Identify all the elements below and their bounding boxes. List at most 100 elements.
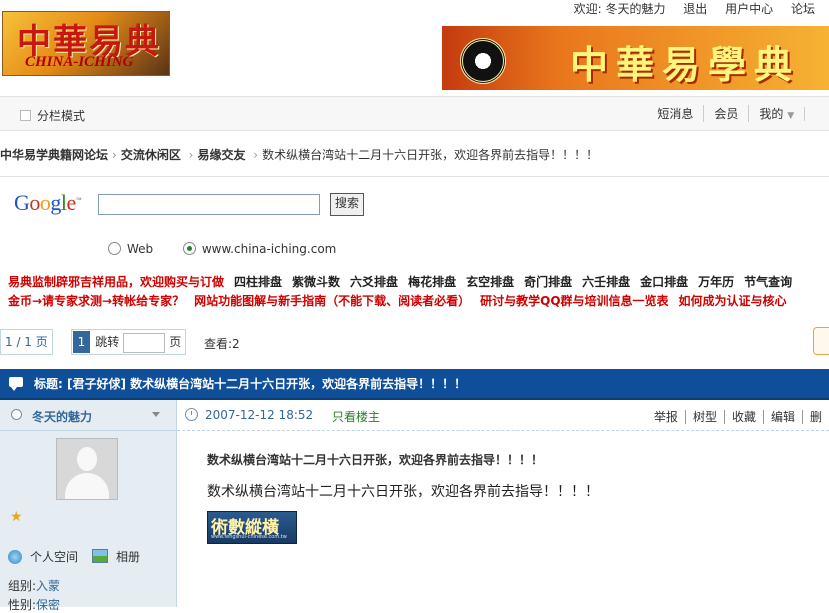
quick-link[interactable]: 四柱排盘	[234, 275, 282, 289]
album-icon	[92, 549, 109, 563]
header-banner[interactable]: 中華易學典籍	[442, 26, 829, 90]
page-count: 1 / 1 页	[0, 329, 53, 355]
breadcrumb-section[interactable]: 交流休闲区	[121, 148, 181, 162]
star-icon: ★	[10, 509, 23, 525]
breadcrumb-sep: ›	[184, 148, 194, 162]
search-button[interactable]: 搜索	[330, 193, 365, 216]
pagination: 1 / 1 页 1 跳转 页	[0, 329, 187, 355]
post-action-link[interactable]: 举报	[647, 410, 685, 424]
bagua-icon	[460, 38, 506, 84]
welcome-text: 欢迎: 冬天的魅力	[573, 2, 666, 16]
split-mode-checkbox[interactable]	[20, 110, 31, 121]
gender-value: 保密	[36, 598, 61, 612]
author-name[interactable]: 冬天的魅力	[32, 408, 92, 425]
post-image[interactable]: 術數縱橫 www.fengshui-chinese.com.tw	[207, 511, 297, 544]
speech-bubble-icon	[9, 377, 23, 391]
post-content-area	[177, 400, 829, 607]
post-image-url: www.fengshui-chinese.com.tw	[211, 534, 287, 540]
post-action-link[interactable]: 删	[801, 410, 829, 424]
reply-button[interactable]	[813, 327, 829, 355]
author-group: 组别:入蒙	[8, 577, 60, 594]
clock-icon	[185, 408, 198, 421]
site-radio-label: www.china-iching.com	[201, 242, 337, 256]
quick-link[interactable]: 奇门排盘	[524, 275, 572, 289]
group-label: 组别:	[8, 579, 37, 593]
site-logo[interactable]: 中華易典 CHINA-ICHING	[2, 11, 170, 76]
jump-label: 跳转	[95, 335, 120, 349]
thread-title: 标题: [君子好俅] 数术纵横台湾站十二月十六日开张，欢迎各界前去指导！！！！	[34, 377, 467, 391]
logout-link[interactable]: 退出	[683, 2, 707, 16]
quick-link[interactable]: 六壬排盘	[582, 275, 630, 289]
author-panel	[0, 400, 177, 607]
google-logo[interactable]: Google™	[14, 190, 82, 216]
post-action-link[interactable]: 树型	[684, 410, 724, 424]
post-header: 2007-12-12 18:52 只看楼主 举报 树型 收藏 编辑删	[177, 400, 829, 431]
chevron-down-icon: ▼	[787, 111, 795, 121]
banner-text: 中華易學典籍	[570, 42, 801, 87]
web-radio[interactable]	[108, 242, 121, 255]
breadcrumb-board[interactable]: 易缘交友	[197, 148, 245, 162]
quick-link[interactable]: 金口排盘	[640, 275, 688, 289]
jump-page-input[interactable]	[123, 332, 166, 353]
page-suffix: 页	[169, 335, 182, 349]
breadcrumb: 中华易学典籍网论坛 › 交流休闲区 › 易缘交友 › 数术纵横台湾站十二月十六日开张，欢…	[0, 146, 598, 163]
page-controls: 1 跳转 页	[70, 329, 187, 355]
author-row: 冬天的魅力	[0, 400, 176, 431]
avatar[interactable]	[56, 438, 118, 500]
nav-right-menu: 短消息 会员 我的 ▼	[647, 105, 829, 122]
post-actions: 举报 树型 收藏 编辑删	[647, 408, 829, 425]
group-value[interactable]: 入蒙	[36, 579, 60, 593]
user-center-link[interactable]: 用户中心	[725, 2, 773, 16]
views-value: 2	[232, 337, 240, 351]
thread-title-bar: 标题: [君子好俅] 数术纵横台湾站十二月十六日开张，欢迎各界前去指导！！！！	[0, 369, 829, 400]
quick-link[interactable]: 六爻排盘	[350, 275, 398, 289]
author-gender: 性别:保密	[8, 596, 60, 613]
quick-links-row-2: 金币→请专家求测→转帐给专家？ 网站功能图解与新手指南（不能下载、阅读者必看） 研讨…	[8, 292, 797, 309]
nav-bar: 分栏模式 短消息 会员 我的 ▼	[0, 96, 829, 131]
avatar-body	[65, 473, 109, 499]
current-page-button[interactable]: 1	[72, 331, 91, 353]
split-mode-label: 分栏模式	[37, 109, 86, 123]
post-body: 数术纵横台湾站十二月十六日开张，欢迎各界前去指导！！！！	[207, 484, 599, 500]
quick-link[interactable]: 梅花排盘	[408, 275, 456, 289]
quick-link[interactable]: 万年历	[698, 275, 734, 289]
quick-link[interactable]: 研讨与教学QQ群与培训信息一览表	[480, 294, 668, 308]
space-icon	[8, 550, 22, 564]
avatar-head	[77, 447, 97, 471]
chevron-down-icon[interactable]	[152, 412, 160, 417]
quick-link[interactable]: 紫微斗数	[292, 275, 340, 289]
member-link[interactable]: 会员	[703, 105, 748, 122]
post-title: 数术纵横台湾站十二月十六日开张，欢迎各界前去指导！！！！	[207, 453, 544, 467]
author-links: 个人空间 相册	[8, 548, 140, 565]
search-scope: Web www.china-iching.com	[108, 242, 336, 256]
quick-link[interactable]: 节气查询	[744, 275, 792, 289]
sms-link[interactable]: 短消息	[647, 105, 703, 122]
quick-link[interactable]: 金币→请专家求测→转帐给专家？	[8, 294, 184, 308]
logo-subtext: CHINA-ICHING	[25, 54, 134, 70]
breadcrumb-sep: ›	[249, 148, 259, 162]
breadcrumb-current: 数术纵横台湾站十二月十六日开张，欢迎各界前去指导！！！！	[262, 148, 599, 162]
online-status-icon	[11, 409, 22, 420]
quick-link[interactable]: 易典监制辟邪吉祥用品，欢迎购买与订做	[8, 275, 224, 289]
google-search-input[interactable]	[98, 194, 320, 215]
split-mode-toggle[interactable]: 分栏模式	[20, 107, 85, 124]
user-bar: 欢迎: 冬天的魅力 退出 用户中心 论坛	[560, 0, 815, 18]
quick-link[interactable]: 网站功能图解与新手指南（不能下载、阅读者必看）	[194, 294, 470, 308]
post-action-link[interactable]: 编辑	[762, 410, 802, 424]
site-radio[interactable]	[182, 242, 196, 255]
quick-link[interactable]: 玄空排盘	[466, 275, 514, 289]
view-count: 查看:2	[204, 335, 240, 352]
breadcrumb-home[interactable]: 中华易学典籍网论坛	[0, 148, 108, 162]
breadcrumb-sep: ›	[112, 148, 117, 162]
album-link[interactable]: 相册	[116, 550, 140, 564]
only-host-link[interactable]: 只看楼主	[332, 408, 380, 425]
nav-divider	[804, 107, 829, 121]
quick-link[interactable]: 如何成为认证与核心	[679, 294, 787, 308]
forum-link[interactable]: 论坛	[791, 2, 815, 16]
mine-menu[interactable]: 我的 ▼	[748, 105, 804, 122]
post-action-link[interactable]: 收藏	[723, 410, 763, 424]
personal-space-link[interactable]: 个人空间	[30, 550, 78, 564]
divider	[0, 176, 829, 177]
gender-label: 性别:	[8, 598, 37, 612]
mine-label: 我的	[759, 107, 784, 121]
